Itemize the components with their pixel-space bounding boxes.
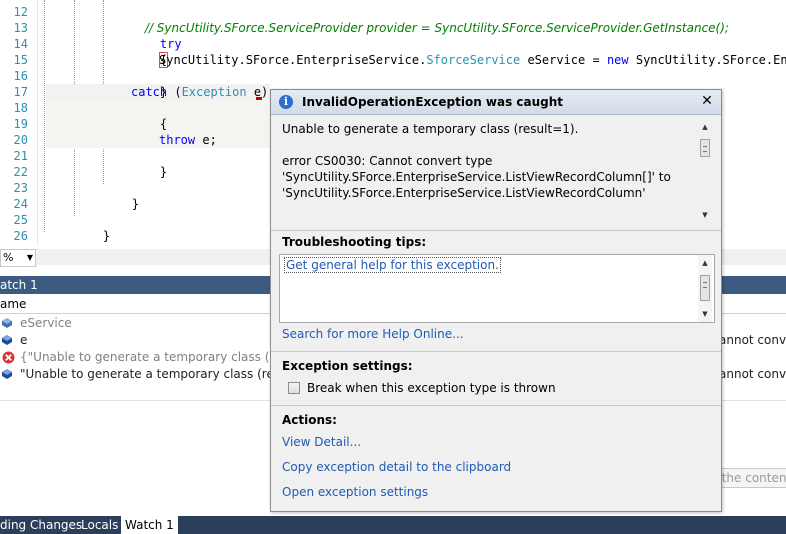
watch-value: annot conve	[719, 333, 786, 347]
code-text: }	[75, 245, 82, 246]
line-number: 14	[13, 37, 28, 51]
line-number: 22	[13, 165, 28, 179]
line-number: 17	[13, 85, 28, 99]
break-when-thrown-checkbox[interactable]	[288, 382, 300, 394]
tab-locals[interactable]: Locals	[81, 516, 118, 534]
section-divider	[271, 405, 721, 406]
troubleshooting-heading: Troubleshooting tips:	[282, 235, 427, 249]
tab-pending-changes[interactable]: ding Changes	[0, 516, 82, 534]
line-number: 20	[13, 133, 28, 147]
troubleshooting-tips-box[interactable]: Get general help for this exception. ▲ ▼	[279, 254, 715, 323]
field-icon	[2, 369, 12, 379]
line-number: 18	[13, 101, 28, 115]
section-divider	[271, 230, 721, 231]
line-number: 26	[13, 229, 28, 243]
code-text: SyncUtility.SForce.EnterpriseService.	[159, 53, 427, 67]
scroll-down-icon[interactable]: ▼	[698, 308, 712, 320]
exception-header: i InvalidOperationException was caught ✕	[271, 90, 721, 115]
watch-title-text: atch 1	[0, 278, 38, 292]
exception-settings-heading: Exception settings:	[282, 359, 413, 373]
zoom-value: %	[3, 251, 14, 264]
chevron-down-icon: ▼	[26, 253, 33, 262]
scroll-thumb[interactable]	[700, 275, 710, 301]
tab-watch-1[interactable]: Watch 1	[121, 516, 178, 534]
field-icon	[2, 318, 12, 328]
line-number: 25	[13, 213, 28, 227]
code-keyword: catch	[131, 85, 168, 99]
field-icon	[2, 335, 12, 345]
section-divider	[271, 351, 721, 352]
exception-assistant-dialog: i InvalidOperationException was caught ✕…	[270, 89, 722, 512]
open-exception-settings-link[interactable]: Open exception settings	[282, 485, 428, 499]
copy-exception-detail-link[interactable]: Copy exception detail to the clipboard	[282, 460, 511, 474]
code-keyword: throw	[159, 133, 196, 147]
code-keyword: new	[606, 53, 629, 67]
search-help-online-link[interactable]: Search for more Help Online...	[282, 327, 464, 341]
code-line[interactable]: SyncUtility.SForce.EnterpriseService.Sfo…	[159, 52, 786, 68]
message-scrollbar[interactable]: ▲ ▼	[698, 121, 712, 221]
name-column-header[interactable]: ame	[0, 296, 26, 313]
code-type: SforceService	[426, 53, 521, 67]
line-number: 13	[13, 21, 28, 35]
code-text: SyncUtility.SForce.Enter	[635, 53, 786, 67]
line-number: 19	[13, 117, 28, 131]
code-text: }	[131, 197, 140, 211]
gutter-separator	[37, 0, 38, 246]
smart-tag-marker[interactable]	[256, 97, 262, 100]
error-icon	[2, 351, 15, 364]
scroll-thumb[interactable]	[700, 139, 710, 157]
scroll-up-icon[interactable]: ▲	[698, 257, 712, 269]
actions-heading: Actions:	[282, 413, 337, 427]
info-icon: i	[279, 95, 293, 109]
code-type: Exception	[181, 85, 247, 99]
scroll-up-icon[interactable]: ▲	[698, 121, 712, 133]
break-when-thrown-label[interactable]: Break when this exception type is thrown	[307, 381, 556, 395]
scroll-down-icon[interactable]: ▼	[698, 209, 712, 221]
bottom-tab-strip: ding Changes Locals Watch 1	[0, 516, 786, 534]
indent-guide	[44, 0, 45, 232]
general-help-link[interactable]: Get general help for this exception.	[284, 257, 501, 273]
line-number: 16	[13, 69, 28, 83]
code-text: {	[159, 117, 168, 131]
view-detail-link[interactable]: View Detail...	[282, 435, 361, 449]
line-number: 23	[13, 181, 28, 195]
close-icon: ✕	[701, 93, 713, 109]
watch-name: e	[20, 333, 28, 347]
line-number: 15	[13, 53, 28, 67]
line-number: 21	[13, 149, 28, 163]
exception-message: Unable to generate a temporary class (re…	[282, 122, 671, 200]
code-text: (	[167, 85, 182, 99]
watch-name: eService	[20, 316, 72, 330]
exception-message-box[interactable]: Unable to generate a temporary class (re…	[276, 117, 716, 225]
tips-scrollbar[interactable]: ▲ ▼	[698, 255, 712, 322]
code-text: e;	[195, 133, 217, 147]
watch-value: annot conve	[719, 367, 786, 381]
zoom-combobox[interactable]: % ▼	[0, 249, 36, 267]
code-text: eService =	[520, 53, 607, 67]
line-number: 12	[13, 5, 28, 19]
close-button[interactable]: ✕	[699, 93, 715, 109]
exception-title: InvalidOperationException was caught	[302, 95, 564, 109]
code-text: }	[159, 165, 168, 179]
line-number: 24	[13, 197, 28, 211]
